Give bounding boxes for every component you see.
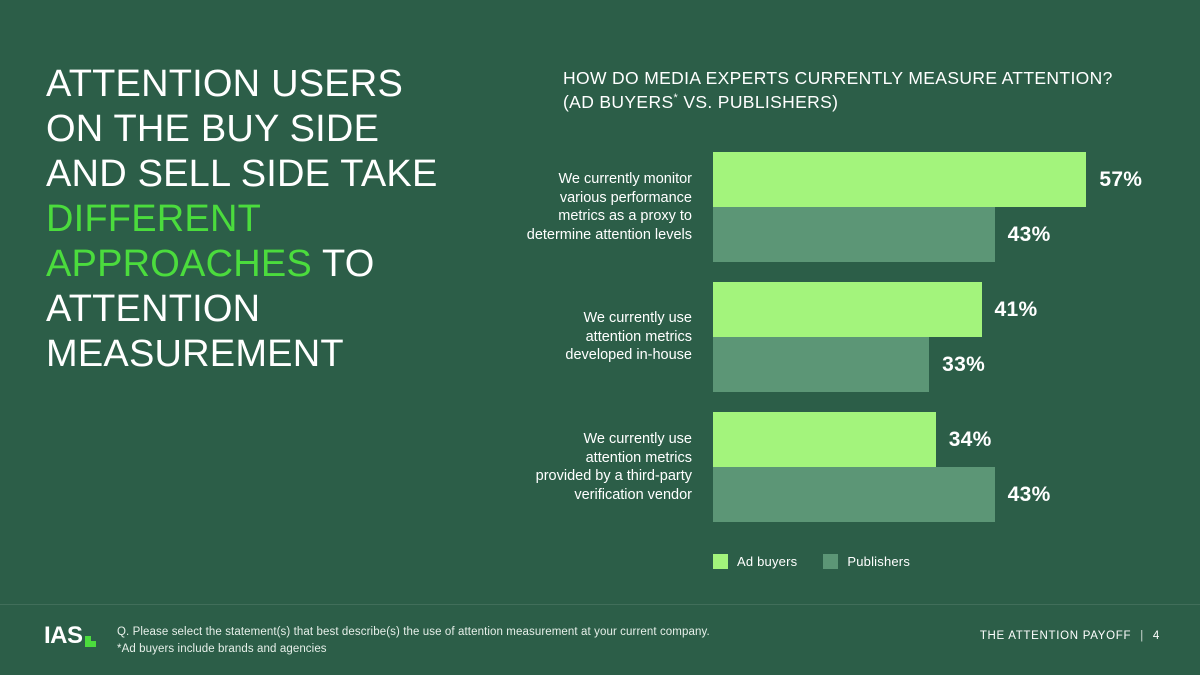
legend-item[interactable]: Ad buyers	[713, 554, 797, 569]
bar-ad-buyers	[713, 152, 1087, 207]
headline-accent-1: DIFFERENT	[46, 198, 262, 240]
bar-category-label-line: We currently use	[583, 310, 692, 327]
headline-line-2: ON THE BUY SIDE	[46, 108, 380, 150]
footer-divider	[0, 604, 1200, 605]
bar-value-label: 34%	[948, 427, 992, 451]
logo-wordmark: IAS	[44, 622, 83, 649]
bar-value-label: 43%	[1007, 482, 1051, 506]
headline-line-6: MEASUREMENT	[46, 333, 344, 375]
headline-line-4-tail: TO	[311, 243, 375, 285]
headline-line-3: AND SELL SIDE TAKE	[46, 153, 438, 195]
bar-group: We currently use attention metrics provide…	[0, 412, 1200, 522]
bar-value-label: 57%	[1099, 167, 1143, 191]
legend-label: Ad buyers	[737, 554, 798, 569]
bar-category-label: We currently monitor various performance m…	[452, 170, 692, 244]
headline-line-5: ATTENTION	[46, 288, 261, 330]
bar-ad-buyers	[713, 282, 982, 337]
bar-publishers	[713, 207, 995, 262]
bar-category-label-line: provided by a third-party	[535, 468, 692, 484]
bar-category-label-line: determine attention levels	[526, 226, 692, 243]
slide: ATTENTION USERS ON THE BUY SIDE AND SELL…	[0, 0, 1200, 675]
footnote-asterisk-note: *Ad buyers include brands and agencies	[117, 643, 327, 655]
chart-title-line-2-post: VS. PUBLISHERS)	[678, 92, 839, 112]
page-meta: THE ATTENTION PAYOFF | 4	[980, 630, 1160, 642]
ias-logo: IAS	[44, 624, 96, 648]
bar-category-label-line: attention metrics	[585, 449, 692, 466]
bar-category-label-line: verification vendor	[574, 486, 692, 503]
bar-category-label-line: We currently use	[583, 431, 692, 447]
legend-swatch-icon	[823, 554, 839, 569]
bar-category-label-line: various performance	[559, 189, 692, 206]
chart-title: HOW DO MEDIA EXPERTS CURRENTLY MEASURE A…	[563, 66, 1123, 114]
bar-value-label: 33%	[942, 352, 986, 376]
headline-accent-2: APPROACHES	[46, 243, 312, 285]
headline-line-1: ATTENTION USERS	[46, 63, 403, 105]
bar-value-label: 43%	[1007, 222, 1051, 246]
footnote: Q. Please select the statement(s) that b…	[117, 624, 710, 658]
bar-category-label-line: attention metrics	[585, 328, 692, 345]
deck-title: THE ATTENTION PAYOFF	[979, 630, 1132, 642]
chart-legend: Ad buyers Publishers	[713, 554, 910, 569]
bar-category-label-line: metrics as a proxy to	[558, 208, 692, 224]
logo-square-icon	[84, 636, 96, 647]
page-meta-separator: |	[1140, 630, 1144, 642]
legend-item[interactable]: Publishers	[823, 554, 910, 569]
bar-ad-buyers	[713, 412, 936, 467]
bar-category-label-line: developed in-house	[565, 347, 692, 364]
bar-category-label: We currently use attention metrics provide…	[452, 430, 692, 504]
chart-title-line-2-pre: (AD BUYERS	[563, 92, 674, 112]
legend-label: Publishers	[847, 554, 911, 569]
page-title: ATTENTION USERS ON THE BUY SIDE AND SELL…	[46, 62, 476, 377]
footnote-question: Q. Please select the statement(s) that b…	[117, 626, 710, 638]
chart-title-line-1: HOW DO MEDIA EXPERTS CURRENTLY MEASURE A…	[563, 68, 1113, 88]
bar-publishers	[713, 337, 930, 392]
bar-category-label: We currently use attention metrics develop…	[452, 309, 692, 365]
bar-publishers	[713, 467, 995, 522]
bar-category-label-line: We currently monitor	[558, 171, 693, 187]
legend-swatch-icon	[713, 554, 728, 569]
bar-value-label: 41%	[994, 297, 1038, 321]
page-number: 4	[1152, 630, 1160, 642]
